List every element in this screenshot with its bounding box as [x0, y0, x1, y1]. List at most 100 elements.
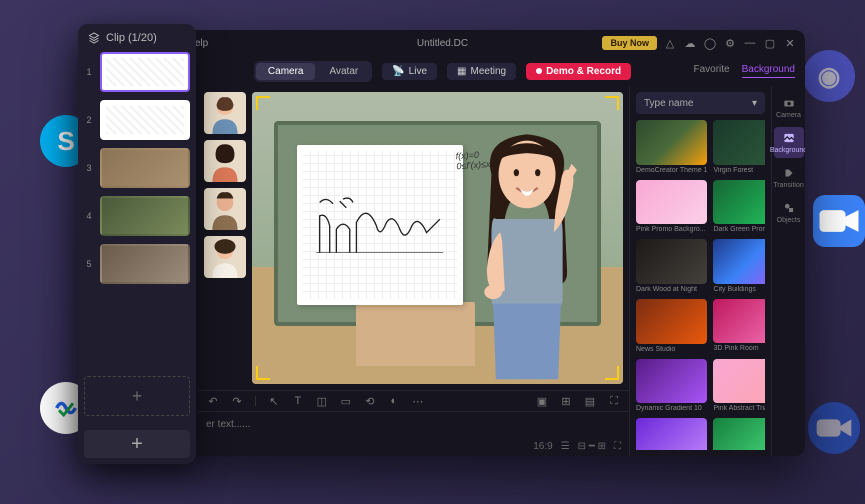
- text-input-row: [198, 412, 629, 436]
- meeting-button[interactable]: ▦Meeting: [447, 63, 516, 80]
- crop-icon[interactable]: ◫: [315, 394, 329, 408]
- cursor-icon[interactable]: ↖: [267, 394, 281, 408]
- clip-thumb: [100, 148, 190, 188]
- bg-item-3[interactable]: Dark Green Promo B...: [713, 180, 765, 234]
- avatar-option-3[interactable]: [204, 188, 246, 230]
- presenter-figure: [438, 107, 616, 384]
- clip-thumb: [100, 196, 190, 236]
- bg-label: Dynamic Gradient 10: [636, 405, 707, 412]
- bg-item-6[interactable]: News Studio: [636, 299, 707, 353]
- proptab-camera[interactable]: Camera: [774, 92, 804, 123]
- bg-item-7[interactable]: 3D Pink Room: [713, 299, 765, 353]
- layers-icon[interactable]: ▤: [583, 394, 597, 408]
- bell-icon[interactable]: △: [663, 36, 677, 50]
- clip-panel: Clip (1/20) 12345 + +: [78, 24, 196, 464]
- right-panel: Type name ▾ DemoCreator Theme 1 Virgin Fo…: [629, 86, 805, 456]
- screen-icon[interactable]: ▣: [535, 394, 549, 408]
- close-icon[interactable]: ✕: [783, 36, 797, 50]
- proptab-background[interactable]: Background: [774, 127, 804, 158]
- tab-background[interactable]: Background: [742, 64, 795, 78]
- user-icon[interactable]: ◯: [703, 36, 717, 50]
- clip-number: 2: [84, 115, 94, 125]
- bg-item-5[interactable]: City Buildings: [713, 239, 765, 293]
- bg-item-4[interactable]: Dark Wood at Night: [636, 239, 707, 293]
- bg-thumb: [636, 180, 707, 225]
- clip-item-4[interactable]: 4: [84, 196, 190, 236]
- bg-thumb: [636, 239, 707, 284]
- bg-label: Virgin Forest: [713, 167, 765, 174]
- bg-item-8[interactable]: Dynamic Gradient 10: [636, 359, 707, 413]
- crop-handle-br[interactable]: [605, 366, 619, 380]
- bg-item-11[interactable]: Countryside River: [713, 418, 765, 450]
- bg-label: DemoCreator Theme 1: [636, 167, 707, 174]
- clip-thumb: [100, 52, 190, 92]
- fit-icon[interactable]: ⛶: [614, 441, 621, 452]
- chevron-down-icon: ▾: [752, 98, 757, 109]
- avatar-option-4[interactable]: [204, 236, 246, 278]
- mode-switch: Camera Avatar: [254, 61, 372, 82]
- right-panel-tabs: Favorite Background: [694, 64, 796, 78]
- bg-label: News Studio: [636, 346, 707, 353]
- avatar-option-1[interactable]: [204, 92, 246, 134]
- undo-icon[interactable]: ↶: [206, 394, 220, 408]
- caption-input[interactable]: [206, 419, 621, 430]
- more-icon[interactable]: ⋯: [411, 394, 425, 408]
- bg-item-1[interactable]: Virgin Forest: [713, 120, 765, 174]
- zoom-icon: [808, 402, 860, 454]
- bg-thumb: [636, 299, 707, 344]
- tool-strip: ↶ ↷ | ↖ T ◫ ▭ ⟲ ◐ ⋯ ▣ ⊞ ▤ ⛶: [198, 390, 629, 412]
- stage-canvas[interactable]: f(x)=0 0≤f'(x)≤x²: [252, 92, 623, 384]
- opacity-icon[interactable]: ◐: [387, 394, 401, 408]
- bg-item-9[interactable]: Pink Abstract Triangles: [713, 359, 765, 413]
- clip-add-button[interactable]: +: [84, 430, 190, 458]
- bg-thumb: [713, 120, 765, 165]
- tab-favorite[interactable]: Favorite: [694, 64, 730, 78]
- bg-item-10[interactable]: Abstract Dynamic Ba...: [636, 418, 707, 450]
- bg-thumb: [713, 299, 765, 344]
- avatar-strip: [204, 92, 246, 384]
- clip-number: 1: [84, 67, 94, 77]
- buy-now-button[interactable]: Buy Now: [602, 36, 657, 50]
- record-button[interactable]: Demo & Record: [526, 63, 631, 80]
- shape-icon[interactable]: ▭: [339, 394, 353, 408]
- proptab-objects[interactable]: Objects: [774, 197, 804, 228]
- bg-label: 3D Pink Room: [713, 345, 765, 352]
- bg-thumb: [713, 418, 765, 450]
- expand-icon[interactable]: ⛶: [607, 394, 621, 408]
- clip-item-2[interactable]: 2: [84, 100, 190, 140]
- clip-item-3[interactable]: 3: [84, 148, 190, 188]
- avatar-option-2[interactable]: [204, 140, 246, 182]
- aspect-ratio[interactable]: 16:9: [533, 441, 552, 452]
- proptab-transition[interactable]: Transition: [774, 162, 804, 193]
- tab-avatar[interactable]: Avatar: [317, 63, 370, 80]
- bg-thumb: [713, 359, 765, 404]
- tab-camera[interactable]: Camera: [256, 63, 316, 80]
- crop-handle-bl[interactable]: [256, 366, 270, 380]
- text-icon[interactable]: T: [291, 394, 305, 408]
- live-button[interactable]: 📡Live: [382, 63, 437, 80]
- maximize-icon[interactable]: ▢: [763, 36, 777, 50]
- redo-icon[interactable]: ↷: [230, 394, 244, 408]
- bg-item-0[interactable]: DemoCreator Theme 1: [636, 120, 707, 174]
- type-select[interactable]: Type name ▾: [636, 92, 765, 114]
- clip-list: 1 2 3 4 5: [78, 52, 196, 376]
- grid-icon[interactable]: ⊞: [559, 394, 573, 408]
- crop-handle-tl[interactable]: [256, 96, 270, 110]
- gear-icon[interactable]: ⚙: [723, 36, 737, 50]
- align-icon[interactable]: ☰: [561, 441, 570, 452]
- bg-item-2[interactable]: Pink Promo Backgro...: [636, 180, 707, 234]
- minimize-icon[interactable]: —: [743, 36, 757, 50]
- video-meet-icon: [813, 195, 865, 247]
- zoom-controls[interactable]: ⊟ ━ ⊞: [578, 441, 606, 452]
- crop-handle-tr[interactable]: [605, 96, 619, 110]
- clip-item-5[interactable]: 5: [84, 244, 190, 284]
- rotate-icon[interactable]: ⟲: [363, 394, 377, 408]
- bg-label: Dark Green Promo B...: [713, 226, 765, 233]
- bg-thumb: [636, 359, 707, 404]
- clip-thumb: [100, 244, 190, 284]
- clip-add-slot[interactable]: +: [84, 376, 190, 416]
- cloud-icon[interactable]: ☁: [683, 36, 697, 50]
- bg-thumb: [636, 418, 707, 450]
- bg-thumb: [713, 239, 765, 284]
- clip-item-1[interactable]: 1: [84, 52, 190, 92]
